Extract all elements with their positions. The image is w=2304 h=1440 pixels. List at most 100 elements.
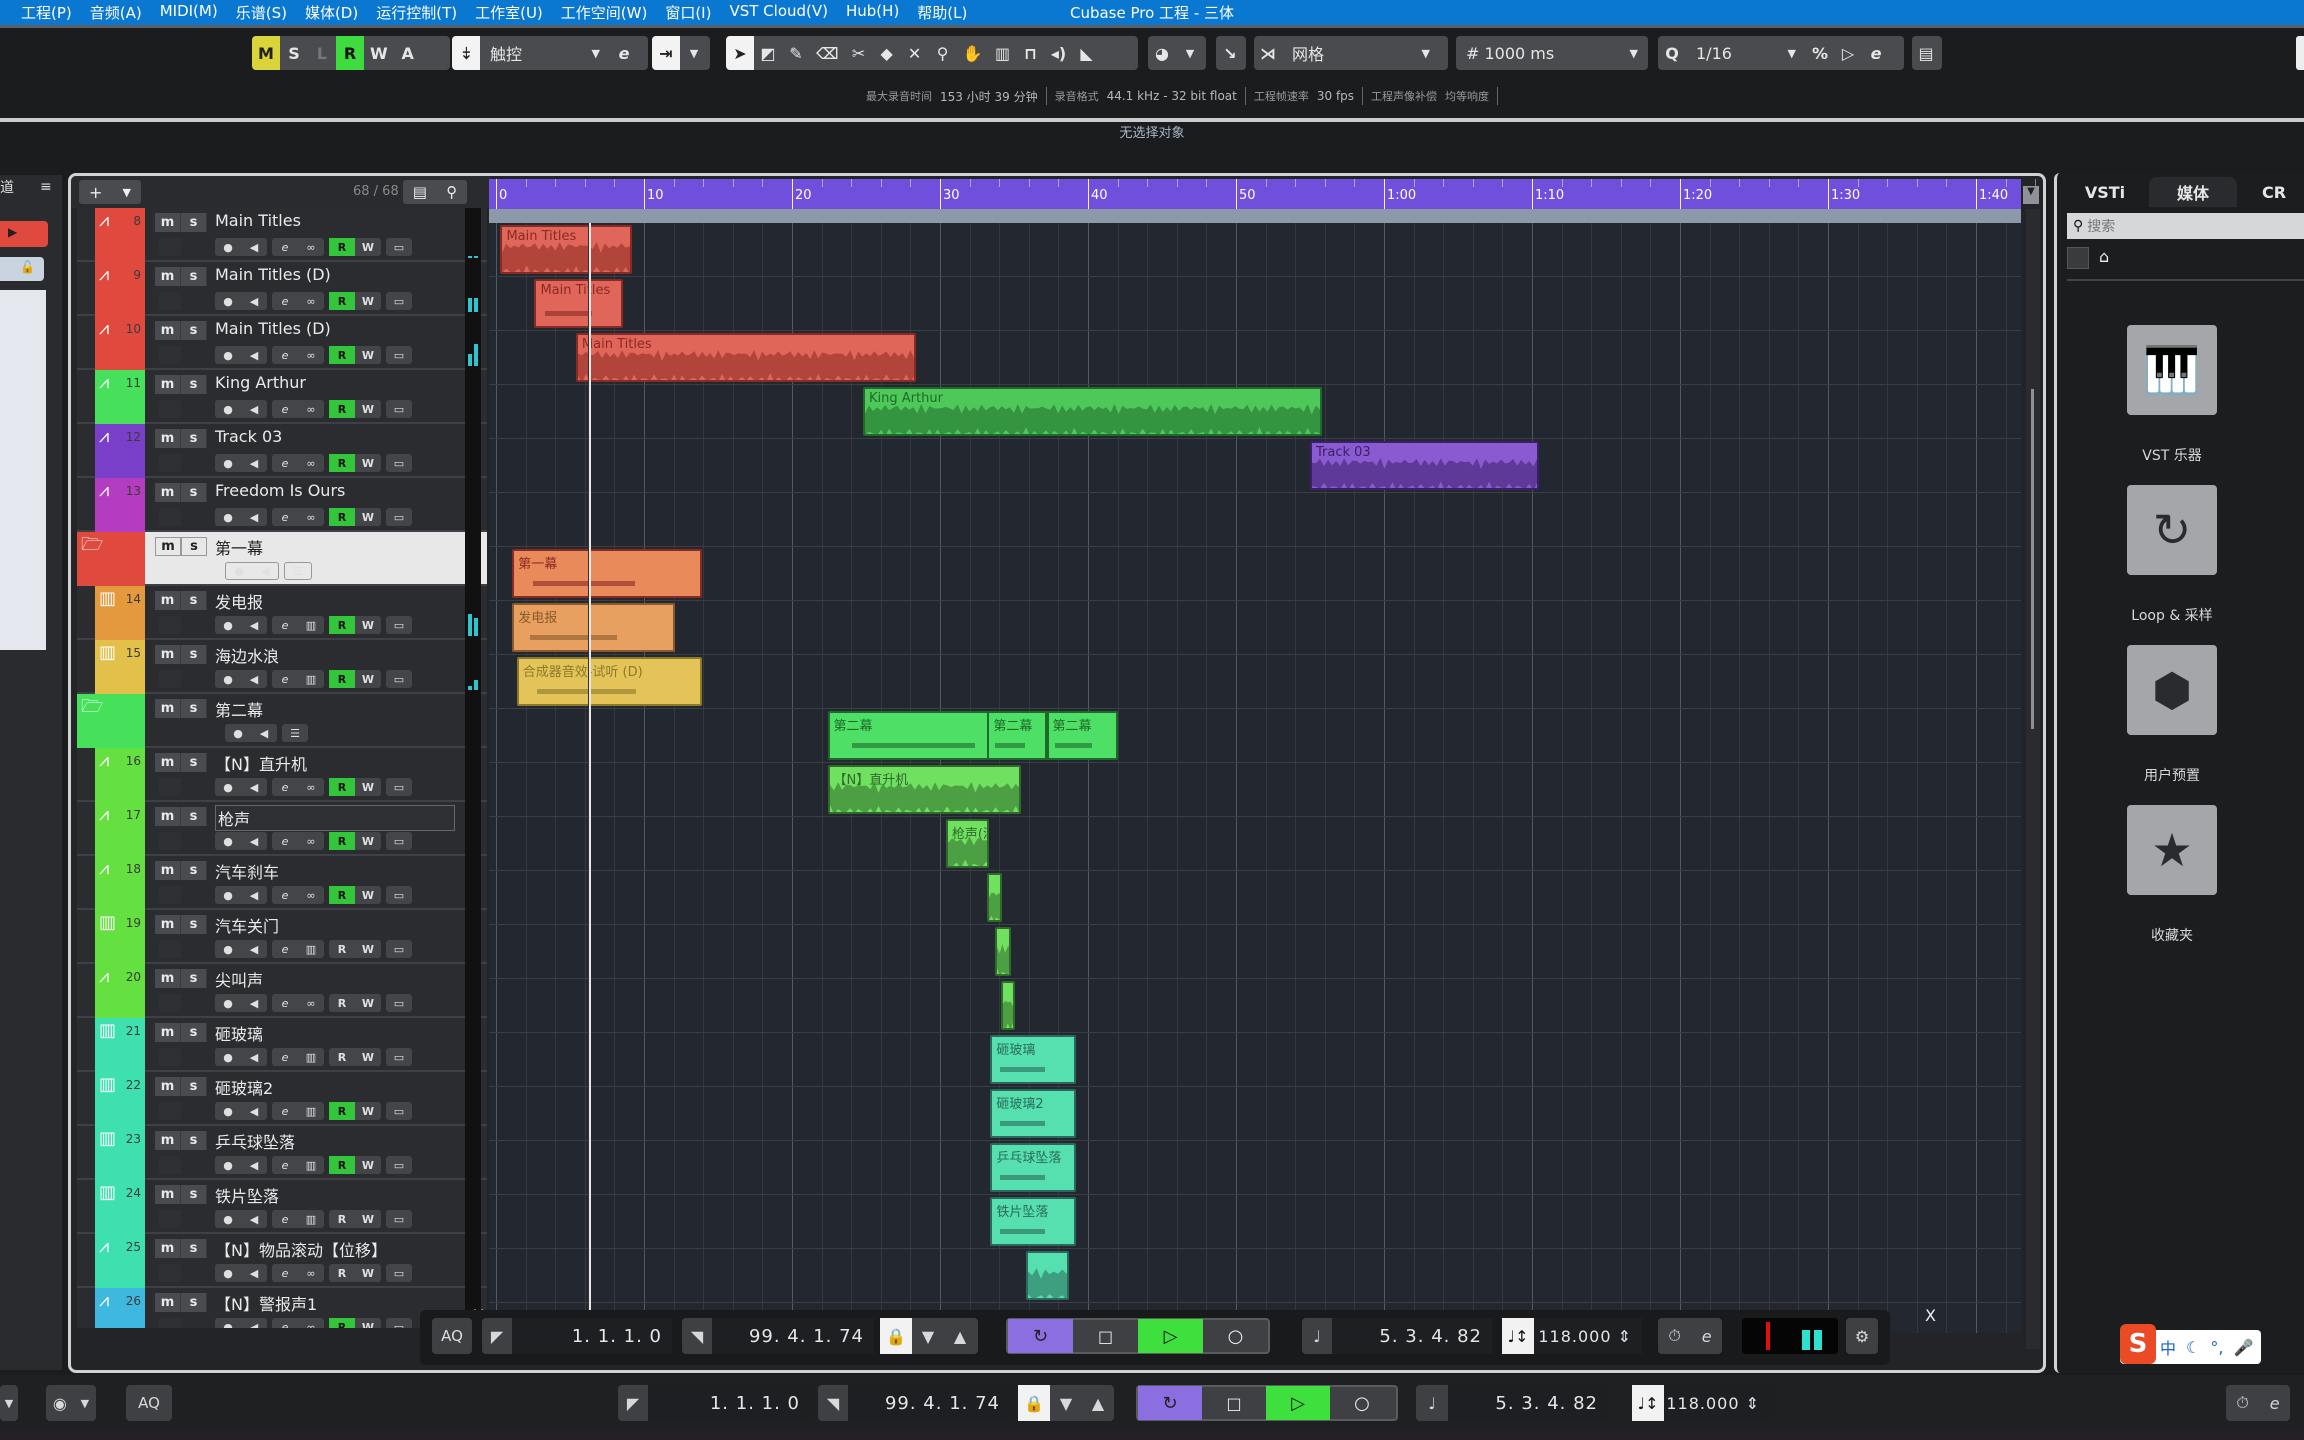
record-button[interactable]: ○ — [1330, 1386, 1394, 1420]
stepper-icon[interactable]: ⇕ — [1618, 1327, 1632, 1346]
metronome-icon[interactable]: ⏱ — [1668, 1326, 1680, 1346]
write-automation-button[interactable]: W — [355, 1156, 381, 1174]
track-freeze-slot[interactable] — [159, 1210, 181, 1228]
lanes-icon[interactable]: ▭ — [386, 508, 412, 526]
write-automation-button[interactable]: W — [355, 1048, 381, 1066]
track-name[interactable]: Track 03 — [215, 427, 282, 446]
monitor-button[interactable]: ◀ — [241, 508, 267, 526]
track-color[interactable]: ⩘ 8 — [95, 208, 145, 262]
track-color[interactable]: ▥ 22 — [95, 1072, 145, 1126]
menu-item[interactable]: MIDI(M) — [151, 2, 227, 23]
add-track-button[interactable]: + ▼ — [79, 180, 141, 204]
instrument-edit-icon[interactable]: ▥ — [298, 670, 324, 688]
mute-button[interactable]: m — [155, 591, 181, 610]
tempo-track-icon[interactable]: ♩↕ — [1502, 1318, 1534, 1354]
edit-channel-button[interactable]: e — [272, 778, 298, 796]
stepper-icon[interactable]: ⇕ — [1746, 1394, 1760, 1413]
read-automation-button[interactable]: R — [329, 994, 355, 1012]
track-row[interactable]: ⩘ 10 m s Main Titles (D) ● ◀ e ∞ RW ▭ — [77, 316, 487, 370]
track-row[interactable]: ⩘ 18 m s 汽车刹车 ● ◀ e ∞ RW ▭ — [77, 856, 487, 910]
monitor-button[interactable]: ◀ — [241, 670, 267, 688]
track-row[interactable]: ⩘ 9 m s Main Titles (D) ● ◀ e ∞ RW ▭ — [77, 262, 487, 316]
folder-lanes-button[interactable]: ☰ — [282, 724, 308, 742]
write-automation-button[interactable]: W — [355, 940, 381, 958]
edit-channel-button[interactable]: e — [272, 1264, 298, 1282]
event-clip[interactable] — [994, 927, 1012, 976]
menu-item[interactable]: 帮助(L) — [908, 2, 976, 23]
media-tile[interactable]: 🎹 — [2127, 325, 2217, 415]
left-locator-value[interactable]: 1. 1. 1. 0 — [648, 1385, 810, 1421]
cycle-button[interactable]: ↻ — [1008, 1319, 1073, 1353]
track-row[interactable]: ⩘ 20 m s 尖叫声 ● ◀ e ∞ RW ▭ — [77, 964, 487, 1018]
track-name[interactable]: 尖叫声 — [215, 967, 263, 991]
right-edge-button[interactable] — [2296, 36, 2304, 70]
auto-quantize-button[interactable]: AQ — [432, 1318, 472, 1354]
track-name[interactable]: 发电报 — [215, 589, 263, 613]
punch-out-icon[interactable]: ▲ — [944, 1327, 976, 1346]
mute-button[interactable]: m — [155, 1077, 181, 1096]
track-name[interactable]: 砸玻璃2 — [215, 1075, 273, 1099]
edit-channel-button[interactable]: e — [272, 994, 298, 1012]
mute-button[interactable]: m — [155, 1023, 181, 1042]
color-palette-icon[interactable]: ◕ — [1148, 36, 1176, 70]
snap-icon[interactable]: ⋊ — [1254, 36, 1282, 70]
edit-channel-button[interactable]: e — [272, 1318, 298, 1329]
mute-button[interactable]: m — [155, 213, 181, 232]
edit-e-icon[interactable]: e — [2270, 1394, 2280, 1413]
line-tool-icon[interactable]: ◣ — [1073, 36, 1101, 70]
mute-button[interactable]: m — [155, 537, 181, 556]
monitor-button[interactable]: ◀ — [241, 238, 267, 256]
event-clip[interactable]: 第二幕 — [987, 711, 1047, 760]
menu-item[interactable]: VST Cloud(V) — [720, 2, 837, 23]
auto-quantize-button[interactable]: AQ — [126, 1385, 172, 1421]
back-button[interactable] — [2067, 247, 2089, 269]
track-name[interactable]: 砸玻璃 — [215, 1021, 263, 1045]
mute-button[interactable]: m — [155, 753, 181, 772]
write-automation-button[interactable]: W — [355, 832, 381, 850]
event-clip[interactable]: King Arthur — [863, 387, 1322, 436]
quantize-apply-icon[interactable]: ▷ — [1834, 36, 1862, 70]
mute-button[interactable]: m — [155, 483, 181, 502]
playhead-cursor[interactable] — [587, 223, 591, 1333]
folder-lanes-button[interactable]: ☰ — [285, 562, 311, 580]
track-freeze-slot[interactable] — [159, 1318, 181, 1328]
record-enable-button[interactable]: ● — [215, 832, 241, 850]
event-clip[interactable]: 发电报 — [512, 603, 676, 652]
read-automation-button[interactable]: R — [329, 454, 355, 472]
instrument-edit-icon[interactable]: ▥ — [298, 1102, 324, 1120]
mute-button[interactable]: m — [155, 321, 181, 340]
track-color[interactable]: ▥ 21 — [95, 1018, 145, 1072]
frame-rate-value[interactable]: 30 fps — [1317, 89, 1354, 103]
lanes-icon[interactable]: ▭ — [386, 940, 412, 958]
metronome-icon[interactable]: ⏱ — [2236, 1393, 2248, 1413]
lock-icon[interactable]: 🔒 — [880, 1318, 912, 1354]
track-color[interactable]: ⩘ 13 — [95, 478, 145, 532]
record-enable-button[interactable]: ● — [215, 1048, 241, 1066]
read-automation-button[interactable]: R — [329, 886, 355, 904]
write-automation-button[interactable]: W — [355, 238, 381, 256]
track-color[interactable]: ⩘ 9 — [95, 262, 145, 316]
edit-channel-button[interactable]: e — [272, 400, 298, 418]
position-value[interactable]: 5. 3. 4. 82 — [1448, 1385, 1608, 1421]
monitor-button[interactable]: ◀ — [241, 832, 267, 850]
mute-button[interactable]: m — [155, 1239, 181, 1258]
record-enable-button[interactable]: ● — [215, 1102, 241, 1120]
track-freeze-slot[interactable] — [159, 238, 181, 256]
instrument-edit-icon[interactable]: ▥ — [298, 616, 324, 634]
read-automation-button[interactable]: R — [329, 1210, 355, 1228]
track-color[interactable]: ⩘ 11 — [95, 370, 145, 424]
edit-channel-button[interactable]: e — [272, 292, 298, 310]
quantize-edit-icon[interactable]: e — [1862, 36, 1890, 70]
track-freeze-slot[interactable] — [159, 832, 181, 850]
mute-button[interactable]: m — [155, 1131, 181, 1150]
automation-mode-icon[interactable]: ⤈ — [452, 36, 480, 70]
record-enable-button[interactable]: ● — [215, 346, 241, 364]
event-clip[interactable] — [1025, 1251, 1069, 1300]
solo-button[interactable]: s — [181, 537, 207, 556]
track-color[interactable]: ⩘ 16 — [95, 748, 145, 802]
edit-channel-button[interactable]: e — [272, 1156, 298, 1174]
link-icon[interactable]: ∞ — [298, 292, 324, 310]
edit-channel-button[interactable]: e — [272, 1048, 298, 1066]
media-item[interactable]: ↻ Loop & 采样 — [2127, 485, 2217, 625]
chevron-down-icon[interactable]: ▼ — [1176, 36, 1204, 70]
